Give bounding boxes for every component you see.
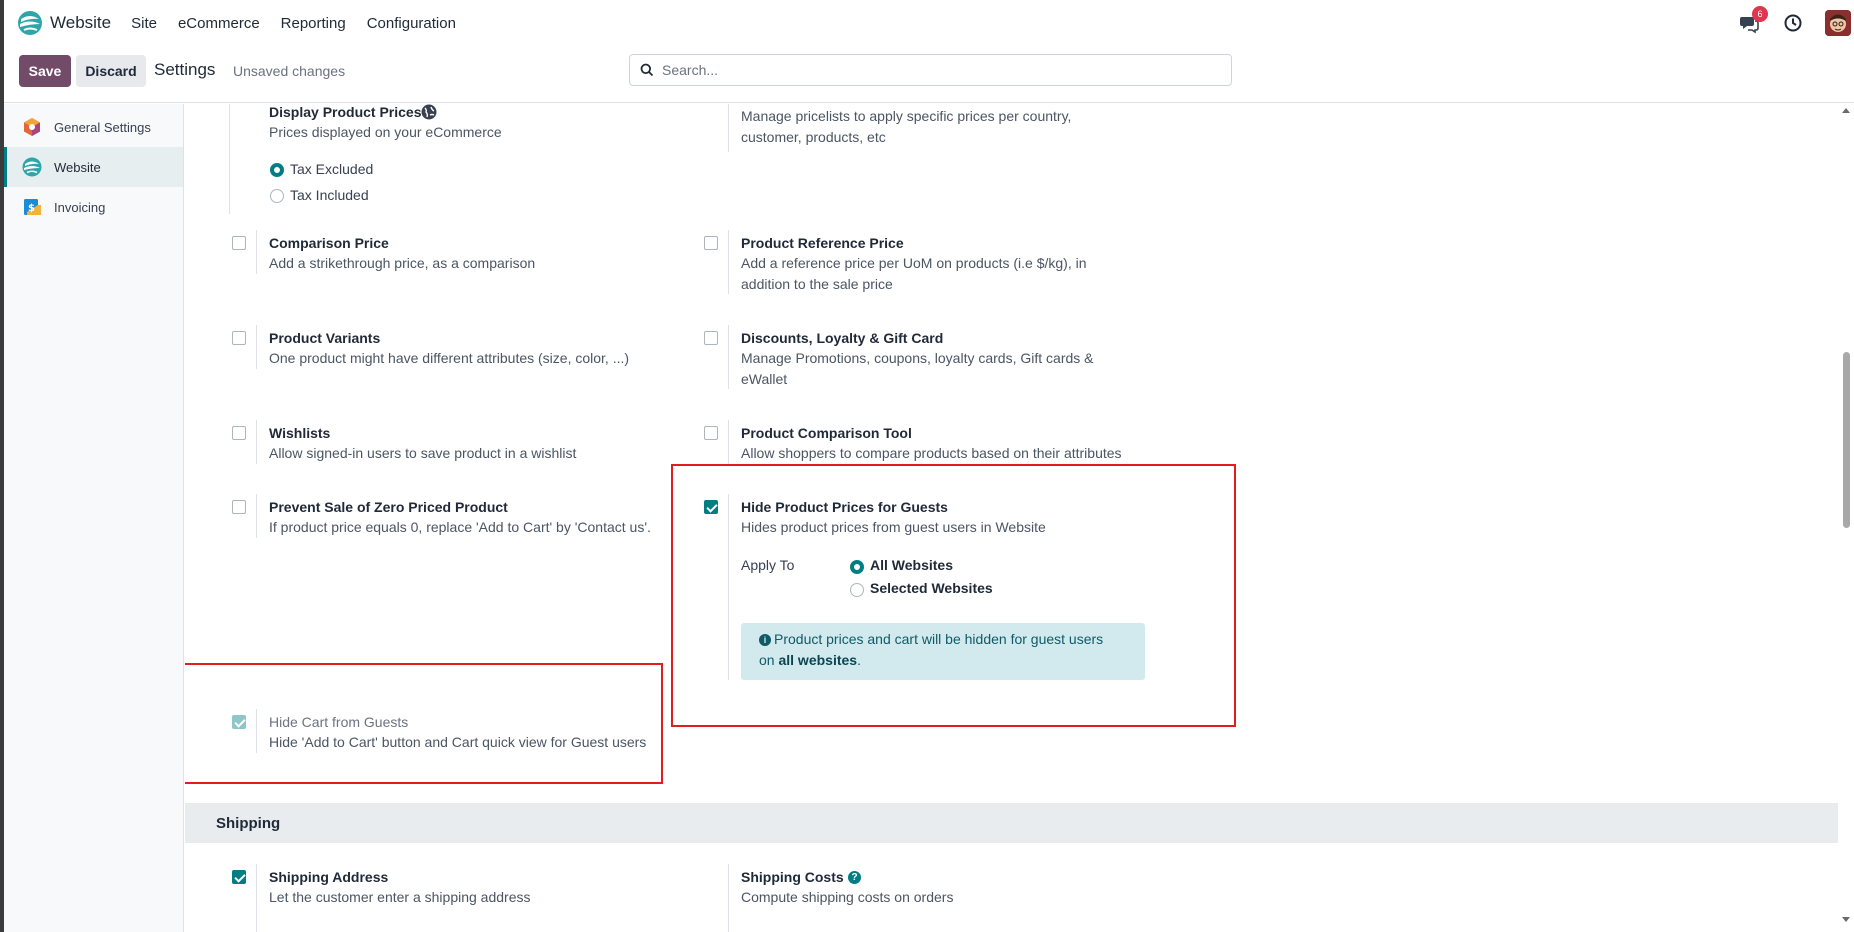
comparison-price-checkbox[interactable] xyxy=(232,236,246,250)
menu-reporting[interactable]: Reporting xyxy=(281,15,346,32)
discounts-checkbox[interactable] xyxy=(704,331,718,345)
scroll-up-arrow[interactable] xyxy=(1842,108,1850,113)
comparison-price-title: Comparison Price xyxy=(269,235,389,251)
comparison-tool-title: Product Comparison Tool xyxy=(741,425,912,441)
discounts-desc-1: Manage Promotions, coupons, loyalty card… xyxy=(741,350,1094,366)
pricelists-desc-2: customer, products, etc xyxy=(741,129,886,145)
website-logo-icon xyxy=(18,11,42,35)
svg-text:$: $ xyxy=(28,203,35,214)
clock-icon xyxy=(1784,14,1802,32)
zero-price-title: Prevent Sale of Zero Priced Product xyxy=(269,499,508,515)
sidebar-item-invoicing[interactable]: $ Invoicing xyxy=(4,187,183,227)
search-box[interactable] xyxy=(629,54,1232,86)
scroll-down-arrow[interactable] xyxy=(1842,917,1850,922)
discounts-desc-2: eWallet xyxy=(741,371,788,387)
display-prices-desc: Prices displayed on your eCommerce xyxy=(269,124,502,140)
divider xyxy=(728,325,729,389)
comparison-tool-desc: Allow shoppers to compare products based… xyxy=(741,445,1122,461)
zero-price-checkbox[interactable] xyxy=(232,500,246,514)
divider xyxy=(256,420,257,464)
avatar-face-icon xyxy=(1825,10,1851,36)
wishlists-title: Wishlists xyxy=(269,425,331,441)
app-name: Website xyxy=(50,13,112,32)
reference-price-title: Product Reference Price xyxy=(741,235,904,251)
user-avatar[interactable] xyxy=(1825,10,1851,36)
pricelists-desc-1: Manage pricelists to apply specific pric… xyxy=(741,108,1072,124)
chat-button[interactable]: 6 xyxy=(1739,6,1768,34)
tax-excluded-label[interactable]: Tax Excluded xyxy=(290,161,373,177)
content-scrollbar[interactable] xyxy=(1838,104,1854,932)
chat-badge: 6 xyxy=(1752,6,1768,22)
divider xyxy=(256,864,257,932)
tax-included-label[interactable]: Tax Included xyxy=(290,187,369,203)
comparison-tool-checkbox[interactable] xyxy=(704,426,718,440)
divider xyxy=(256,494,257,538)
invoicing-icon: $ xyxy=(22,197,42,217)
product-variants-desc: One product might have different attribu… xyxy=(269,350,630,366)
menu-site[interactable]: Site xyxy=(131,15,157,32)
sidebar-item-general-settings[interactable]: General Settings xyxy=(4,107,183,147)
wishlists-checkbox[interactable] xyxy=(232,426,246,440)
menu-configuration[interactable]: Configuration xyxy=(367,15,456,32)
wishlists-desc: Allow signed-in users to save product in… xyxy=(269,445,577,461)
divider xyxy=(728,104,729,152)
website-icon xyxy=(22,157,42,177)
shipping-address-checkbox[interactable] xyxy=(232,870,246,884)
shipping-address-title: Shipping Address xyxy=(269,869,389,885)
highlight-box-hide-cart xyxy=(185,663,663,784)
reference-price-desc-1: Add a reference price per UoM on product… xyxy=(741,255,1087,271)
divider xyxy=(229,104,230,214)
settings-sidebar: General Settings Website $ Invoicing xyxy=(4,104,184,932)
general-settings-icon xyxy=(22,117,42,137)
help-icon[interactable]: ? xyxy=(848,871,861,884)
reference-price-desc-2: addition to the sale price xyxy=(741,276,893,292)
settings-content: Display Product Prices Prices displayed … xyxy=(185,104,1838,932)
sidebar-item-label: Website xyxy=(54,159,101,175)
shipping-costs-desc: Compute shipping costs on orders xyxy=(741,889,954,905)
page-title: Settings xyxy=(154,60,216,79)
divider xyxy=(256,230,257,274)
sidebar-item-website[interactable]: Website xyxy=(4,147,183,187)
sidebar-item-label: Invoicing xyxy=(54,199,106,215)
control-panel: Save Discard Settings Unsaved changes xyxy=(4,46,1854,103)
discard-button[interactable]: Discard xyxy=(76,55,146,87)
shipping-costs-title: Shipping Costs xyxy=(741,869,844,885)
divider xyxy=(728,420,729,464)
radio-tax-excluded[interactable] xyxy=(270,163,284,177)
comparison-price-desc: Add a strikethrough price, as a comparis… xyxy=(269,255,536,271)
divider xyxy=(728,230,729,294)
menu-ecommerce[interactable]: eCommerce xyxy=(178,15,260,32)
sidebar-item-label: General Settings xyxy=(54,119,151,135)
search-input[interactable] xyxy=(662,62,1202,78)
product-variants-checkbox[interactable] xyxy=(232,331,246,345)
divider xyxy=(728,864,729,932)
top-navbar: Website Site eCommerce Reporting Configu… xyxy=(4,0,1854,46)
unsaved-status: Unsaved changes xyxy=(233,63,346,79)
discounts-title: Discounts, Loyalty & Gift Card xyxy=(741,330,944,346)
activity-button[interactable] xyxy=(1783,13,1803,33)
reference-price-checkbox[interactable] xyxy=(704,236,718,250)
highlight-box-hide-prices xyxy=(671,464,1236,727)
save-button[interactable]: Save xyxy=(19,55,71,87)
product-variants-title: Product Variants xyxy=(269,330,381,346)
app-brand[interactable]: Website xyxy=(17,10,111,36)
shipping-address-desc: Let the customer enter a shipping addres… xyxy=(269,889,531,905)
radio-tax-included[interactable] xyxy=(270,189,284,203)
display-prices-title: Display Product Prices xyxy=(269,104,422,120)
scroll-thumb[interactable] xyxy=(1843,352,1850,528)
shipping-section-title: Shipping xyxy=(216,815,281,832)
divider xyxy=(256,325,257,369)
globe-icon[interactable] xyxy=(421,104,437,120)
search-icon xyxy=(640,63,654,77)
shipping-section-header: Shipping xyxy=(185,803,1838,843)
zero-price-desc: If product price equals 0, replace 'Add … xyxy=(269,519,651,535)
